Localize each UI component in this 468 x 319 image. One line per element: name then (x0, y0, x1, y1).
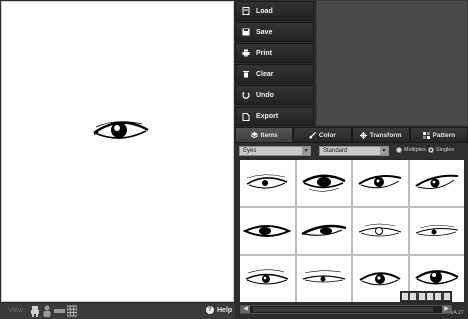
tab-color-label: Color (318, 131, 336, 139)
eye-thumbnail (359, 272, 401, 286)
grid-item[interactable] (409, 208, 464, 254)
pattern-icon (422, 131, 430, 139)
undo-button[interactable]: Undo (235, 85, 314, 105)
filter-row: Eyes ▼ Standard ▼ Multiples Singles (235, 143, 468, 158)
tool-icon[interactable] (443, 293, 450, 300)
items-icon (250, 131, 258, 138)
radio-singles[interactable]: Singles (428, 147, 454, 153)
grid-icon[interactable] (67, 305, 77, 317)
grid-item[interactable] (240, 256, 295, 302)
eye-thumbnail (358, 175, 402, 189)
radio-multiples[interactable]: Multiples (396, 147, 426, 153)
grid-item[interactable] (296, 256, 351, 302)
radio-singles-dot (428, 147, 434, 153)
tool-icon[interactable] (410, 293, 417, 300)
undo-label: Undo (256, 91, 274, 99)
scroll-right-icon[interactable]: ▶ (442, 306, 451, 313)
tab-bar: Items Color Transform Pattern (235, 127, 468, 143)
undo-icon (242, 91, 250, 99)
person-icon[interactable] (42, 305, 52, 317)
bottom-bar: View: ? Help (0, 302, 235, 319)
eye-thumbnail (359, 223, 402, 237)
grid-item[interactable] (409, 160, 464, 206)
load-icon (242, 7, 250, 15)
grid-item[interactable] (296, 160, 351, 206)
trash-icon (243, 71, 249, 78)
export-label: Export (256, 113, 279, 120)
style-select[interactable]: Standard ▼ (319, 146, 389, 156)
eye-thumbnail (245, 269, 289, 285)
tab-pattern-label: Pattern (432, 131, 456, 139)
cell-tools (400, 291, 452, 302)
robot-icon[interactable] (30, 305, 40, 317)
grid-item[interactable] (353, 160, 408, 206)
tool-icon[interactable] (418, 293, 425, 300)
load-button[interactable]: Load (235, 1, 314, 21)
help-label: Help (217, 306, 233, 314)
rectangle-icon[interactable] (54, 305, 65, 317)
tab-transform-label: Transform (369, 131, 402, 139)
app-window: View: ? Help Load Save Print Clear Undo … (0, 0, 468, 319)
tool-icon[interactable] (435, 293, 442, 300)
tab-items[interactable]: Items (235, 127, 294, 143)
eye-thumbnail (243, 225, 292, 237)
print-button[interactable]: Print (235, 43, 314, 63)
grid-item[interactable] (240, 160, 295, 206)
tab-pattern[interactable]: Pattern (409, 127, 468, 143)
tab-color[interactable]: Color (293, 127, 352, 143)
items-grid (240, 160, 464, 302)
chevron-down-icon: ▼ (302, 147, 310, 155)
scroll-left-icon[interactable]: ◀ (241, 306, 250, 313)
chevron-down-icon: ▼ (380, 147, 388, 155)
brush-icon (309, 131, 316, 138)
version-label: vA.27 (451, 310, 464, 316)
radio-multiples-label: Multiples (404, 147, 426, 153)
tab-items-label: Items (260, 131, 278, 139)
eye-thumbnail (415, 270, 459, 285)
drawing-canvas[interactable] (1, 1, 234, 302)
eye-thumbnail (302, 270, 345, 283)
scroll-thumb[interactable] (253, 307, 433, 312)
tool-icon[interactable] (427, 293, 434, 300)
clear-button[interactable]: Clear (235, 64, 314, 84)
eye-thumbnail (246, 174, 288, 189)
grid-item[interactable] (296, 208, 351, 254)
radio-singles-label: Singles (436, 147, 455, 153)
tab-transform[interactable]: Transform (351, 127, 410, 143)
help-icon: ? (206, 306, 214, 314)
transform-icon (359, 131, 367, 139)
category-value: Eyes (243, 148, 257, 154)
export-icon (242, 112, 250, 121)
save-button[interactable]: Save (235, 22, 314, 42)
eye-thumbnail (301, 224, 347, 236)
grid-item[interactable] (353, 208, 408, 254)
eye-drawing[interactable] (92, 118, 150, 146)
clear-label: Clear (256, 70, 274, 78)
help-button[interactable]: ? Help (206, 306, 232, 314)
category-select[interactable]: Eyes ▼ (239, 146, 311, 156)
load-label: Load (256, 7, 273, 15)
print-icon (242, 49, 250, 57)
export-button[interactable]: Export (235, 107, 314, 126)
style-value: Standard (323, 148, 348, 154)
eye-thumbnail (415, 225, 458, 236)
eye-thumbnail (302, 174, 346, 192)
preview-panel (316, 0, 468, 126)
view-label: View: (8, 307, 25, 314)
eye-thumbnail (415, 174, 458, 189)
tool-icon[interactable] (402, 293, 409, 300)
horizontal-scrollbar[interactable]: ◀ ▶ (240, 305, 452, 314)
print-label: Print (256, 49, 272, 57)
save-icon (242, 28, 250, 36)
grid-item[interactable] (240, 208, 295, 254)
save-label: Save (256, 28, 273, 36)
radio-multiples-dot (396, 147, 402, 153)
